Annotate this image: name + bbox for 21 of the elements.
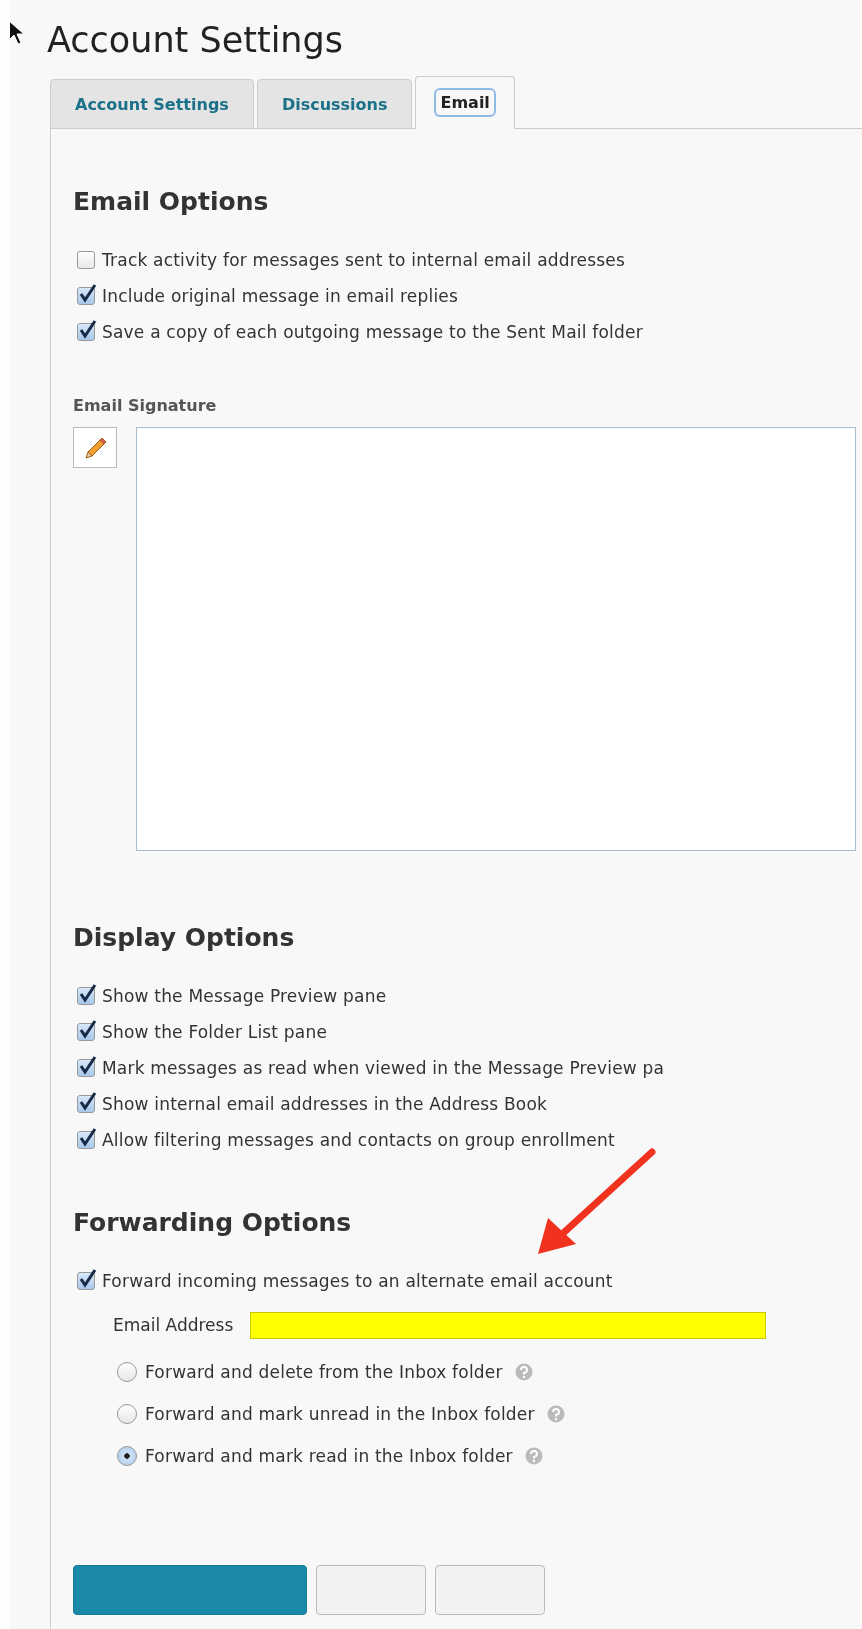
checkbox-label: Show the Folder List pane (102, 1022, 328, 1042)
checkbox-label: Forward incoming messages to an alternate email account (102, 1271, 613, 1291)
radio-label: Forward and mark read in the Inbox folder (145, 1446, 513, 1466)
field-label: Email Address (113, 1315, 234, 1335)
tab[interactable]: Email (415, 76, 515, 129)
page-title: Account Settings (47, 19, 343, 62)
field-label: Email Signature (73, 396, 218, 415)
checkbox-label: Save a copy of each outgoing message to the Sent Mail folder (102, 322, 643, 342)
section-heading: Display Options (73, 923, 296, 952)
tab[interactable]: Discussions (256, 79, 413, 129)
tab[interactable]: Account Settings (50, 79, 254, 129)
checkbox-label: Allow filtering messages and contacts on group enrollment (102, 1130, 615, 1150)
checkbox-label: Show the Message Preview pane (102, 986, 387, 1006)
checkbox-label: Track activity for messages sent to internal email addresses (102, 250, 626, 270)
section-heading: Forwarding Options (73, 1208, 353, 1237)
checkbox-label: Mark messages as read when viewed in the Message Preview pa (102, 1058, 665, 1078)
radio-label: Forward and delete from the Inbox folder (145, 1362, 503, 1382)
section-heading: Email Options (73, 187, 270, 216)
checkbox-label: Show internal email addresses in the Address Book (102, 1094, 548, 1114)
radio-label: Forward and mark unread in the Inbox folder (145, 1404, 535, 1424)
checkbox-label: Include original message in email replies (102, 286, 459, 306)
